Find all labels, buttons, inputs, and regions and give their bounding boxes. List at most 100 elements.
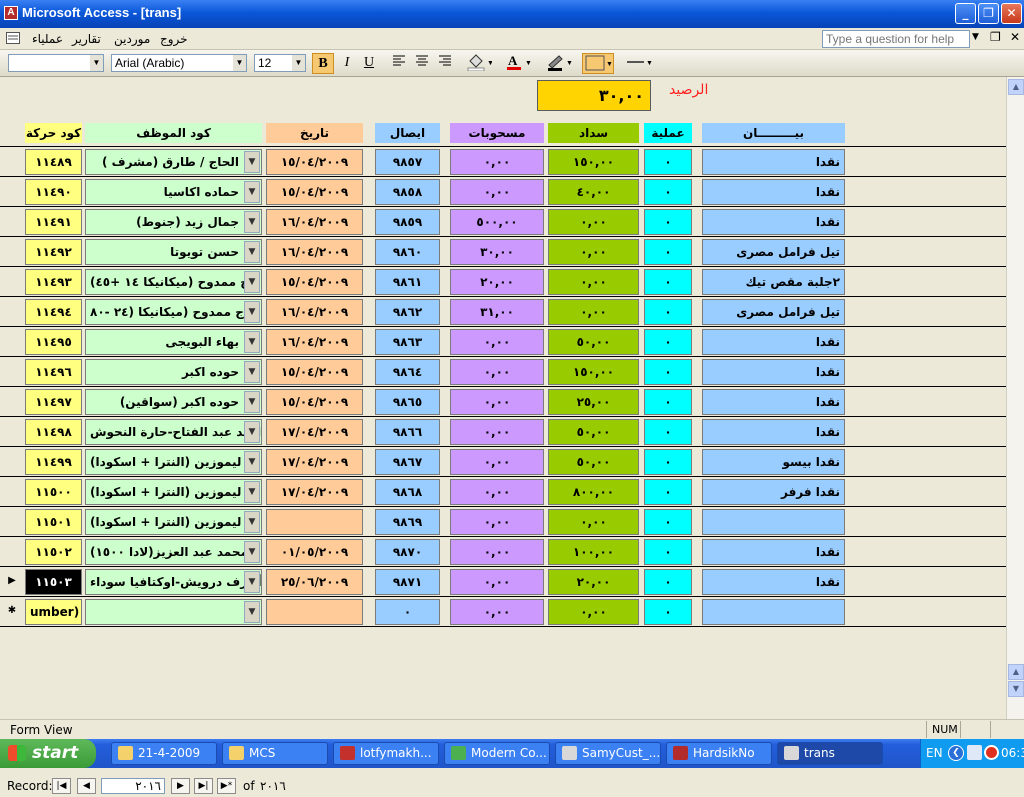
record-selector[interactable] <box>4 268 20 296</box>
date-field[interactable]: ١٦/٠٤/٢٠٠٩ <box>266 239 363 265</box>
object-combo[interactable]: ▼ <box>8 54 104 72</box>
date-field[interactable]: ١٦/٠٤/٢٠٠٩ <box>266 299 363 325</box>
description-field[interactable]: نقدا <box>702 569 845 595</box>
description-field[interactable]: نقدا <box>702 209 845 235</box>
taskbar-item[interactable]: HardsikNo <box>666 742 772 765</box>
chevron-down-icon[interactable]: ▼ <box>244 361 260 383</box>
withdrawals-field[interactable]: ٠,٠٠ <box>450 359 544 385</box>
description-field[interactable]: نقدا <box>702 329 845 355</box>
chevron-down-icon[interactable]: ▼ <box>244 511 260 533</box>
operation-field[interactable]: ٠ <box>644 539 692 565</box>
date-field[interactable]: ١٦/٠٤/٢٠٠٩ <box>266 209 363 235</box>
record-selector[interactable] <box>4 298 20 326</box>
move-code-field[interactable]: ١١٤٩٣ <box>25 269 82 295</box>
operation-field[interactable]: ٠ <box>644 419 692 445</box>
description-field[interactable]: نقدا <box>702 149 845 175</box>
move-code-field[interactable]: ١١٤٩١ <box>25 209 82 235</box>
payment-field[interactable]: ٤٠,٠٠ <box>548 179 639 205</box>
date-field[interactable]: ١٥/٠٤/٢٠٠٩ <box>266 149 363 175</box>
language-indicator[interactable]: EN <box>926 746 943 760</box>
receipt-field[interactable]: ٩٨٦٣ <box>375 329 440 355</box>
operation-field[interactable]: ٠ <box>644 329 692 355</box>
menu-operations[interactable]: عملياء <box>32 32 63 46</box>
move-code-field[interactable]: ١١٤٩٧ <box>25 389 82 415</box>
chevron-down-icon[interactable]: ▼ <box>244 391 260 413</box>
operation-field[interactable]: ٠ <box>644 569 692 595</box>
description-field[interactable]: تيل فرامل مصرى <box>702 239 845 265</box>
payment-field[interactable]: ٠,٠٠ <box>548 239 639 265</box>
chevron-down-icon[interactable]: ▼ <box>244 331 260 353</box>
withdrawals-field[interactable]: ٠,٠٠ <box>450 599 544 625</box>
move-code-field[interactable]: ١١٤٩٩ <box>25 449 82 475</box>
payment-field[interactable]: ٨٠٠,٠٠ <box>548 479 639 505</box>
withdrawals-field[interactable]: ٠,٠٠ <box>450 539 544 565</box>
receipt-field[interactable]: ٩٨٦٦ <box>375 419 440 445</box>
date-field[interactable] <box>266 509 363 535</box>
chevron-down-icon[interactable]: ▼ <box>244 301 260 323</box>
close-button[interactable]: ✕ <box>1001 3 1022 24</box>
description-field[interactable]: نقدا <box>702 359 845 385</box>
employee-code-combo[interactable]: حوده اكبر (سواقين) ▼ <box>85 389 262 415</box>
record-selector[interactable] <box>4 478 20 506</box>
taskbar-item[interactable]: Modern Co... <box>444 742 550 765</box>
record-selector[interactable] <box>4 238 20 266</box>
operation-field[interactable]: ٠ <box>644 599 692 625</box>
payment-field[interactable]: ٠,٠٠ <box>548 509 639 535</box>
font-color-icon[interactable]: A ▼ <box>503 53 533 74</box>
payment-field[interactable]: ٥٠,٠٠ <box>548 419 639 445</box>
taskbar-item[interactable]: MCS <box>222 742 328 765</box>
employee-code-combo[interactable]: لاء ليموزين (النترا + اسكودا) ▼ <box>85 509 262 535</box>
bold-button[interactable]: B <box>312 53 334 74</box>
employee-code-combo[interactable]: بهاء البويجى ▼ <box>85 329 262 355</box>
date-field[interactable]: ١٥/٠٤/٢٠٠٩ <box>266 359 363 385</box>
chevron-down-icon[interactable]: ▼ <box>244 181 260 203</box>
vertical-scrollbar[interactable]: ▲ ▲ ▼ <box>1006 77 1024 719</box>
network-icon[interactable] <box>967 745 982 760</box>
operation-field[interactable]: ٠ <box>644 209 692 235</box>
clock[interactable]: 06:38 <box>1001 746 1024 760</box>
chevron-down-icon[interactable]: ▼ <box>244 451 260 473</box>
move-code-field[interactable]: ١١٤٩٥ <box>25 329 82 355</box>
antivirus-icon[interactable] <box>984 745 999 760</box>
chevron-down-icon[interactable]: ▼ <box>244 571 260 593</box>
description-field[interactable]: تيل فرامل مصرى <box>702 299 845 325</box>
next-record-button[interactable]: ▶ <box>171 778 190 794</box>
receipt-field[interactable]: ٩٨٦٤ <box>375 359 440 385</box>
record-selector[interactable] <box>4 538 20 566</box>
align-right-icon[interactable] <box>434 53 456 74</box>
chevron-down-icon[interactable]: ▼ <box>90 55 103 71</box>
chevron-down-icon[interactable]: ▼ <box>244 271 260 293</box>
operation-field[interactable]: ٠ <box>644 239 692 265</box>
move-code-field[interactable]: ١١٤٩٨ <box>25 419 82 445</box>
receipt-field[interactable]: ٩٨٥٧ <box>375 149 440 175</box>
move-code-field[interactable]: ١١٥٠٠ <box>25 479 82 505</box>
date-field[interactable]: ٠١/٠٥/٢٠٠٩ <box>266 539 363 565</box>
receipt-field[interactable]: ٩٨٦١ <box>375 269 440 295</box>
payment-field[interactable]: ٠,٠٠ <box>548 599 639 625</box>
description-field[interactable]: نقدا فرفر <box>702 479 845 505</box>
payment-field[interactable]: ٠,٠٠ <box>548 269 639 295</box>
chevron-down-icon[interactable]: ▼ <box>244 601 260 623</box>
operation-field[interactable]: ٠ <box>644 509 692 535</box>
chevron-down-icon[interactable]: ▼ <box>244 421 260 443</box>
employee-code-combo[interactable]: حسن تويوتا ▼ <box>85 239 262 265</box>
balance-value[interactable]: ٣٠,٠٠ <box>537 80 651 111</box>
date-field[interactable]: ١٧/٠٤/٢٠٠٩ <box>266 479 363 505</box>
chevron-down-icon[interactable]: ▼ <box>244 211 260 233</box>
last-record-button[interactable]: ▶| <box>194 778 213 794</box>
line-color-icon[interactable]: ▼ <box>544 53 574 74</box>
move-code-field[interactable]: umber) <box>25 599 82 625</box>
move-code-field[interactable]: ١١٤٩٠ <box>25 179 82 205</box>
date-field[interactable]: ١٧/٠٤/٢٠٠٩ <box>266 419 363 445</box>
withdrawals-field[interactable]: ٣١,٠٠ <box>450 299 544 325</box>
first-record-button[interactable]: |◀ <box>52 778 71 794</box>
record-selector[interactable]: ✱ <box>4 598 20 626</box>
date-field[interactable]: ١٧/٠٤/٢٠٠٩ <box>266 449 363 475</box>
withdrawals-field[interactable]: ٠,٠٠ <box>450 389 544 415</box>
record-selector[interactable] <box>4 328 20 356</box>
record-selector[interactable] <box>4 148 20 176</box>
operation-field[interactable]: ٠ <box>644 149 692 175</box>
operation-field[interactable]: ٠ <box>644 179 692 205</box>
operation-field[interactable]: ٠ <box>644 359 692 385</box>
record-number-input[interactable]: ٢٠١٦ <box>101 778 165 794</box>
